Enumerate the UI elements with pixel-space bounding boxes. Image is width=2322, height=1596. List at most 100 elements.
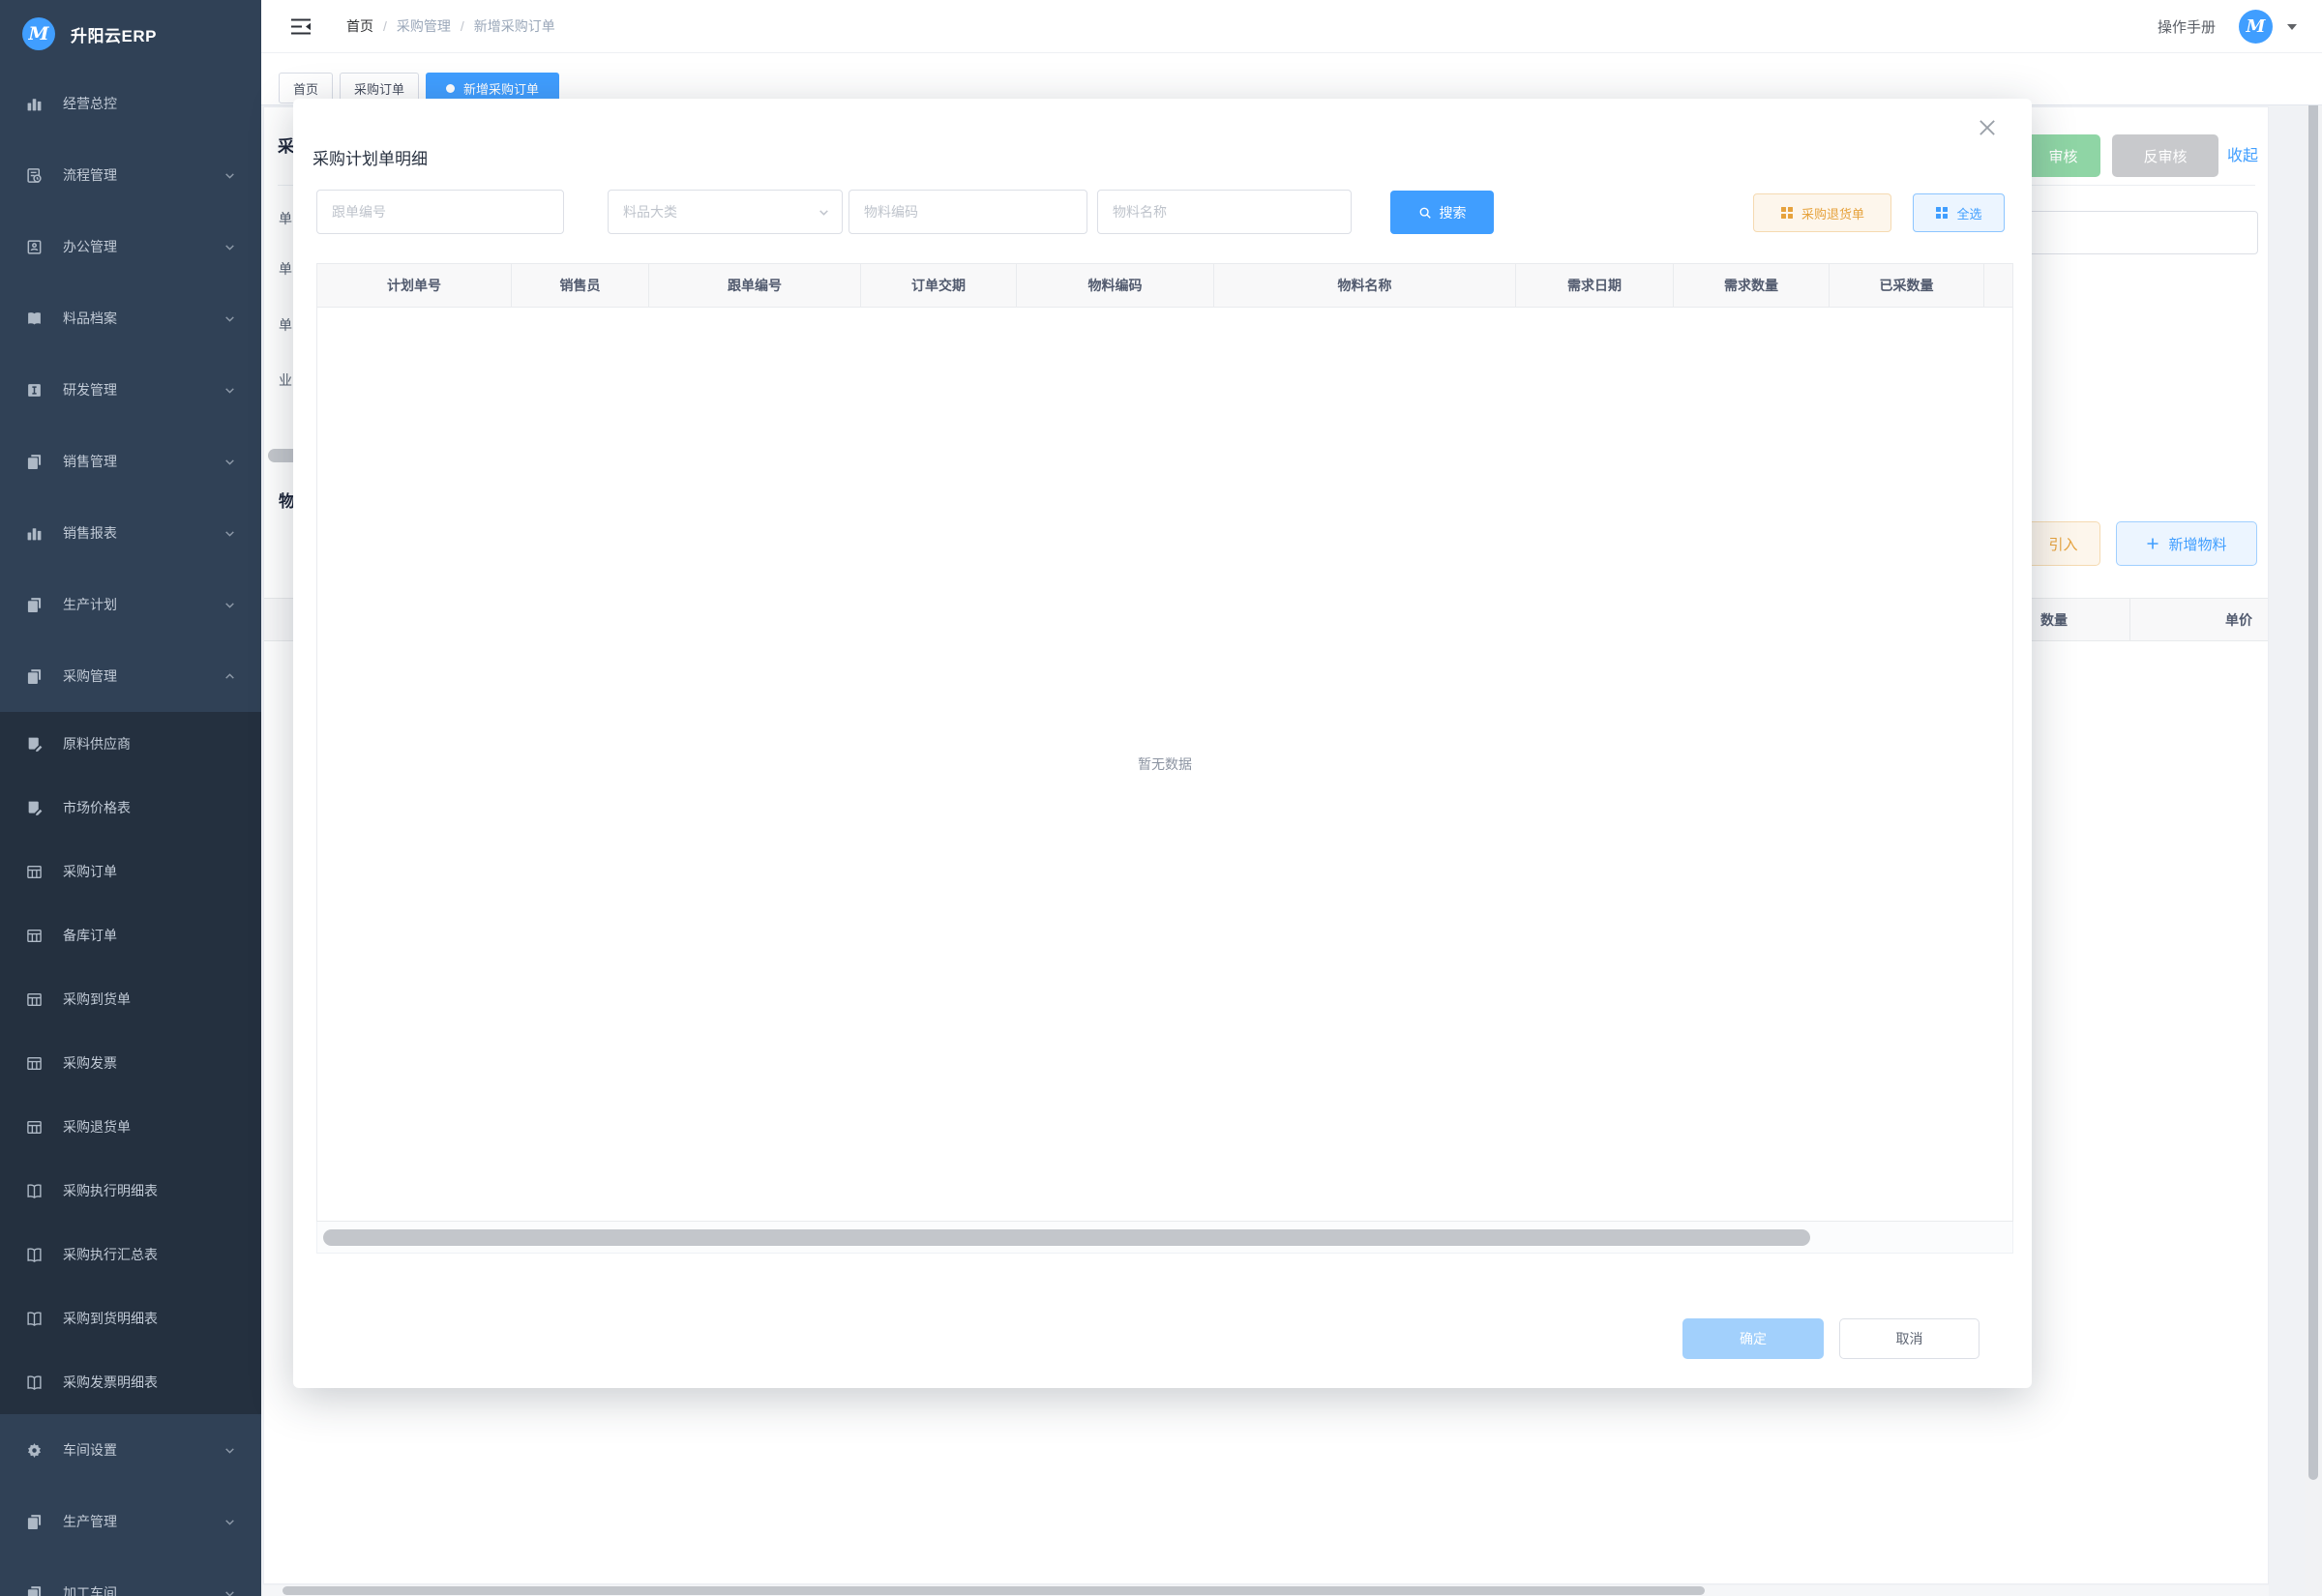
- background-form-label-fragment-0: 单: [279, 209, 292, 228]
- sidebar-item-label: 销售管理: [63, 452, 223, 471]
- grid-icon: [26, 1055, 43, 1072]
- book-icon: [26, 1311, 43, 1327]
- background-form-label-fragment-2: 单: [279, 315, 292, 335]
- breadcrumb-separator: /: [383, 18, 387, 34]
- sidebar-item-22[interactable]: 加工车间: [0, 1557, 261, 1596]
- sidebar-item-18[interactable]: 采购到货明细表: [0, 1286, 261, 1350]
- caret-down-icon[interactable]: [2287, 24, 2297, 35]
- material-header-qty: 数量: [2016, 599, 2129, 640]
- sidebar-item-17[interactable]: 采购执行汇总表: [0, 1223, 261, 1286]
- category-select[interactable]: 料品大类: [608, 190, 843, 234]
- close-icon[interactable]: [1978, 118, 1997, 137]
- plan-table-horizontal-scrollbar-thumb[interactable]: [323, 1229, 1810, 1246]
- material-code-input[interactable]: [848, 190, 1087, 234]
- empty-state-text: 暂无数据: [1138, 754, 1192, 774]
- pages-icon: [26, 1514, 43, 1530]
- tabs-bar: 首页采购订单新增采购订单: [261, 53, 2322, 105]
- sidebar-item-13[interactable]: 采购到货单: [0, 967, 261, 1031]
- sidebar-item-label: 采购管理: [63, 666, 223, 686]
- gear-icon: [26, 1442, 43, 1459]
- sidebar-item-label: 采购执行汇总表: [63, 1245, 236, 1264]
- sidebar-item-3[interactable]: 料品档案: [0, 282, 261, 354]
- plan-table-header-2: 跟单编号: [649, 264, 861, 307]
- sidebar-item-1[interactable]: 流程管理: [0, 139, 261, 211]
- confirm-button[interactable]: 确定: [1682, 1318, 1824, 1359]
- sidebar-item-0[interactable]: 经营总控: [0, 68, 261, 139]
- sidebar-item-20[interactable]: 车间设置: [0, 1414, 261, 1486]
- plan-table-body: 暂无数据: [316, 308, 2013, 1222]
- doc-edit-icon: [26, 800, 43, 816]
- chart-icon: [26, 525, 43, 542]
- plan-table-header-3: 订单交期: [861, 264, 1017, 307]
- sidebar-item-11[interactable]: 采购订单: [0, 840, 261, 903]
- cancel-button[interactable]: 取消: [1839, 1318, 1980, 1359]
- background-form-label-fragment-3: 业: [279, 370, 292, 390]
- plan-table-header-5: 物料名称: [1214, 264, 1516, 307]
- page-vertical-scrollbar-thumb[interactable]: [2308, 87, 2318, 1480]
- purchase-return-order-label: 采购退货单: [1801, 204, 1864, 222]
- material-name-input[interactable]: [1097, 190, 1352, 234]
- topbar-right: 操作手册 M: [2158, 10, 2297, 44]
- sidebar-item-16[interactable]: 采购执行明细表: [0, 1159, 261, 1223]
- sidebar-item-5[interactable]: 销售管理: [0, 426, 261, 497]
- sidebar-item-9[interactable]: 原料供应商: [0, 712, 261, 776]
- unaudit-button[interactable]: 反审核: [2112, 134, 2218, 177]
- add-material-label: 新增物料: [2168, 534, 2226, 554]
- sidebar-item-7[interactable]: 生产计划: [0, 569, 261, 640]
- sidebar-item-14[interactable]: 采购发票: [0, 1031, 261, 1095]
- category-select-placeholder: 料品大类: [623, 202, 677, 222]
- sidebar-item-label: 销售报表: [63, 523, 223, 543]
- manual-link[interactable]: 操作手册: [2158, 16, 2216, 37]
- avatar[interactable]: M: [2239, 10, 2273, 44]
- pages-icon: [26, 454, 43, 470]
- grid-icon: [26, 1119, 43, 1136]
- doc-edit-icon: [26, 736, 43, 753]
- add-material-button[interactable]: 新增物料: [2116, 521, 2257, 566]
- plus-icon: [2146, 537, 2159, 550]
- page-title-partial: 采: [278, 133, 294, 157]
- plan-table-header-6: 需求日期: [1516, 264, 1674, 307]
- sidebar-item-10[interactable]: 市场价格表: [0, 776, 261, 840]
- breadcrumb-current: 新增采购订单: [474, 16, 555, 36]
- tab-label: 采购订单: [354, 79, 404, 98]
- chevron-down-icon: [223, 384, 236, 397]
- grid-icon: [1780, 206, 1794, 220]
- grid-icon: [26, 991, 43, 1008]
- sidebar-item-19[interactable]: 采购发票明细表: [0, 1350, 261, 1414]
- chevron-down-icon: [223, 1587, 236, 1596]
- sidebar-item-12[interactable]: 备库订单: [0, 903, 261, 967]
- follow-no-input[interactable]: [316, 190, 564, 234]
- select-all-button[interactable]: 全选: [1913, 193, 2005, 232]
- plan-table-header-7: 需求数量: [1674, 264, 1830, 307]
- audit-button[interactable]: 审核: [2026, 134, 2100, 177]
- book-icon: [26, 1374, 43, 1391]
- breadcrumb-home[interactable]: 首页: [346, 16, 373, 36]
- sidebar-item-6[interactable]: 销售报表: [0, 497, 261, 569]
- tab-label: 新增采购订单: [463, 79, 539, 98]
- sidebar-item-21[interactable]: 生产管理: [0, 1486, 261, 1557]
- import-button[interactable]: 引入: [2026, 521, 2100, 566]
- plan-table-header-8: 已采数量: [1830, 264, 1984, 307]
- background-form-field[interactable]: [2023, 211, 2258, 254]
- plan-table-header-1: 销售员: [512, 264, 649, 307]
- sidebar-item-2[interactable]: 办公管理: [0, 211, 261, 282]
- sidebar-item-label: 料品档案: [63, 309, 223, 328]
- purchase-return-order-button[interactable]: 采购退货单: [1753, 193, 1891, 232]
- archive-icon: [26, 310, 43, 327]
- grid-icon: [1935, 206, 1949, 220]
- pages-icon: [26, 1585, 43, 1596]
- sidebar: M 升阳云ERP 经营总控流程管理办公管理料品档案研发管理销售管理销售报表生产计…: [0, 0, 261, 1596]
- breadcrumb: 首页 / 采购管理 / 新增采购订单: [346, 16, 555, 36]
- sidebar-item-4[interactable]: 研发管理: [0, 354, 261, 426]
- sidebar-item-15[interactable]: 采购退货单: [0, 1095, 261, 1159]
- dev-icon: [26, 382, 43, 399]
- sidebar-item-label: 采购到货明细表: [63, 1309, 236, 1328]
- sidebar-item-label: 生产计划: [63, 595, 223, 614]
- search-button[interactable]: 搜索: [1390, 191, 1494, 234]
- pages-icon: [26, 597, 43, 613]
- collapse-link[interactable]: 收起: [2227, 142, 2258, 165]
- page-horizontal-scrollbar-thumb[interactable]: [283, 1586, 1705, 1595]
- plan-table-header-4: 物料编码: [1017, 264, 1214, 307]
- menu-fold-icon[interactable]: [290, 17, 312, 36]
- sidebar-item-8[interactable]: 采购管理: [0, 640, 261, 712]
